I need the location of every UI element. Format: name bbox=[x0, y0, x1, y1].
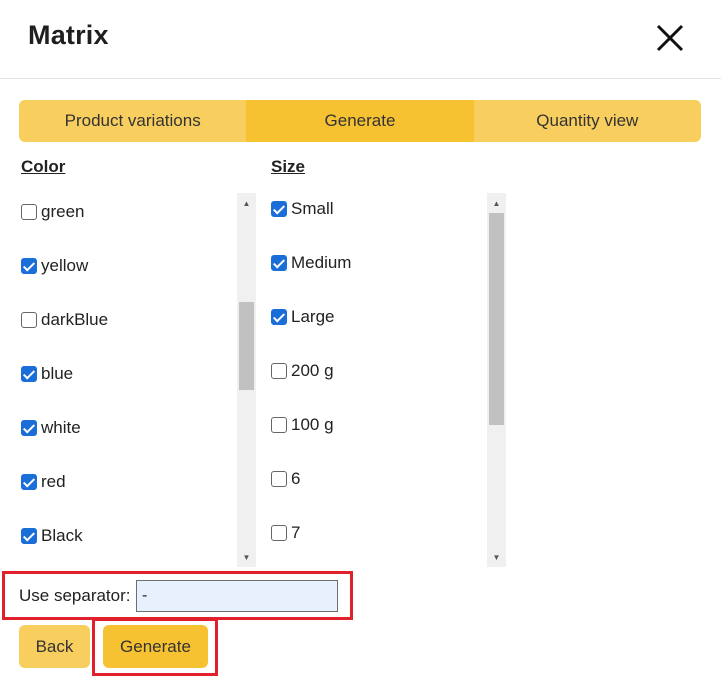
checkbox[interactable] bbox=[21, 420, 37, 436]
separator-label: Use separator: bbox=[19, 586, 131, 605]
option-label: 200 g bbox=[291, 361, 334, 380]
tab-generate[interactable]: Generate bbox=[246, 100, 474, 142]
option-label: 7 bbox=[291, 523, 301, 542]
checkbox[interactable] bbox=[271, 363, 287, 379]
checkbox[interactable] bbox=[271, 309, 287, 325]
option-label: Black bbox=[41, 526, 83, 545]
tab-bar: Product variations Generate Quantity vie… bbox=[19, 100, 701, 142]
size-list-scrollbar[interactable]: ▲ ▼ bbox=[487, 193, 506, 567]
color-list-scrollbar[interactable]: ▲ ▼ bbox=[237, 193, 256, 567]
dialog-header: Matrix bbox=[0, 0, 721, 79]
close-button[interactable] bbox=[652, 20, 688, 56]
option-label: yellow bbox=[41, 256, 89, 275]
checkbox[interactable] bbox=[271, 201, 287, 217]
back-button[interactable]: Back bbox=[19, 625, 90, 668]
color-list: green yellow darkBlue blue white red Bla… bbox=[21, 193, 235, 567]
generate-button[interactable]: Generate bbox=[103, 625, 208, 668]
tab-product-variations[interactable]: Product variations bbox=[19, 100, 247, 142]
option-label: blue bbox=[41, 364, 74, 383]
size-option-medium[interactable]: Medium bbox=[271, 253, 351, 273]
size-option-7[interactable]: 7 bbox=[271, 523, 300, 543]
color-option-yellow[interactable]: yellow bbox=[21, 256, 88, 276]
tab-quantity-view[interactable]: Quantity view bbox=[473, 100, 701, 142]
option-label: darkBlue bbox=[41, 310, 109, 329]
color-column-header: Color bbox=[21, 157, 66, 176]
scrollbar-thumb[interactable] bbox=[489, 213, 504, 425]
option-label: Large bbox=[291, 307, 335, 326]
checkbox[interactable] bbox=[21, 258, 37, 274]
color-option-green[interactable]: green bbox=[21, 202, 84, 222]
size-option-6[interactable]: 6 bbox=[271, 469, 300, 489]
color-option-red[interactable]: red bbox=[21, 472, 66, 492]
dialog-title: Matrix bbox=[28, 20, 109, 50]
option-label: 100 g bbox=[291, 415, 334, 434]
scroll-down-arrow-icon[interactable]: ▼ bbox=[487, 547, 506, 567]
close-icon[interactable] bbox=[652, 20, 688, 56]
separator-input[interactable] bbox=[136, 580, 338, 612]
checkbox[interactable] bbox=[21, 474, 37, 490]
size-option-large[interactable]: Large bbox=[271, 307, 334, 327]
size-option-100g[interactable]: 100 g bbox=[271, 415, 334, 435]
option-label: 6 bbox=[291, 469, 301, 488]
checkbox[interactable] bbox=[21, 312, 37, 328]
option-label: Medium bbox=[291, 253, 352, 272]
checkbox[interactable] bbox=[21, 366, 37, 382]
color-option-black[interactable]: Black bbox=[21, 526, 83, 546]
size-column-header: Size bbox=[271, 157, 306, 176]
checkbox[interactable] bbox=[271, 417, 287, 433]
checkbox[interactable] bbox=[271, 525, 287, 541]
option-label: white bbox=[41, 418, 81, 437]
size-list: Small Medium Large 200 g 100 g 6 7 bbox=[271, 193, 485, 567]
color-option-white[interactable]: white bbox=[21, 418, 81, 438]
scrollbar-thumb[interactable] bbox=[239, 302, 254, 390]
option-label: red bbox=[41, 472, 66, 491]
color-option-blue[interactable]: blue bbox=[21, 364, 73, 384]
option-label: Small bbox=[291, 199, 334, 218]
checkbox[interactable] bbox=[21, 204, 37, 220]
size-option-small[interactable]: Small bbox=[271, 199, 334, 219]
color-option-darkblue[interactable]: darkBlue bbox=[21, 310, 108, 330]
checkbox[interactable] bbox=[21, 528, 37, 544]
checkbox[interactable] bbox=[271, 471, 287, 487]
scroll-down-arrow-icon[interactable]: ▼ bbox=[237, 547, 256, 567]
checkbox[interactable] bbox=[271, 255, 287, 271]
scroll-up-arrow-icon[interactable]: ▲ bbox=[487, 193, 506, 213]
scroll-up-arrow-icon[interactable]: ▲ bbox=[237, 193, 256, 213]
size-option-200g[interactable]: 200 g bbox=[271, 361, 334, 381]
option-label: green bbox=[41, 202, 85, 221]
